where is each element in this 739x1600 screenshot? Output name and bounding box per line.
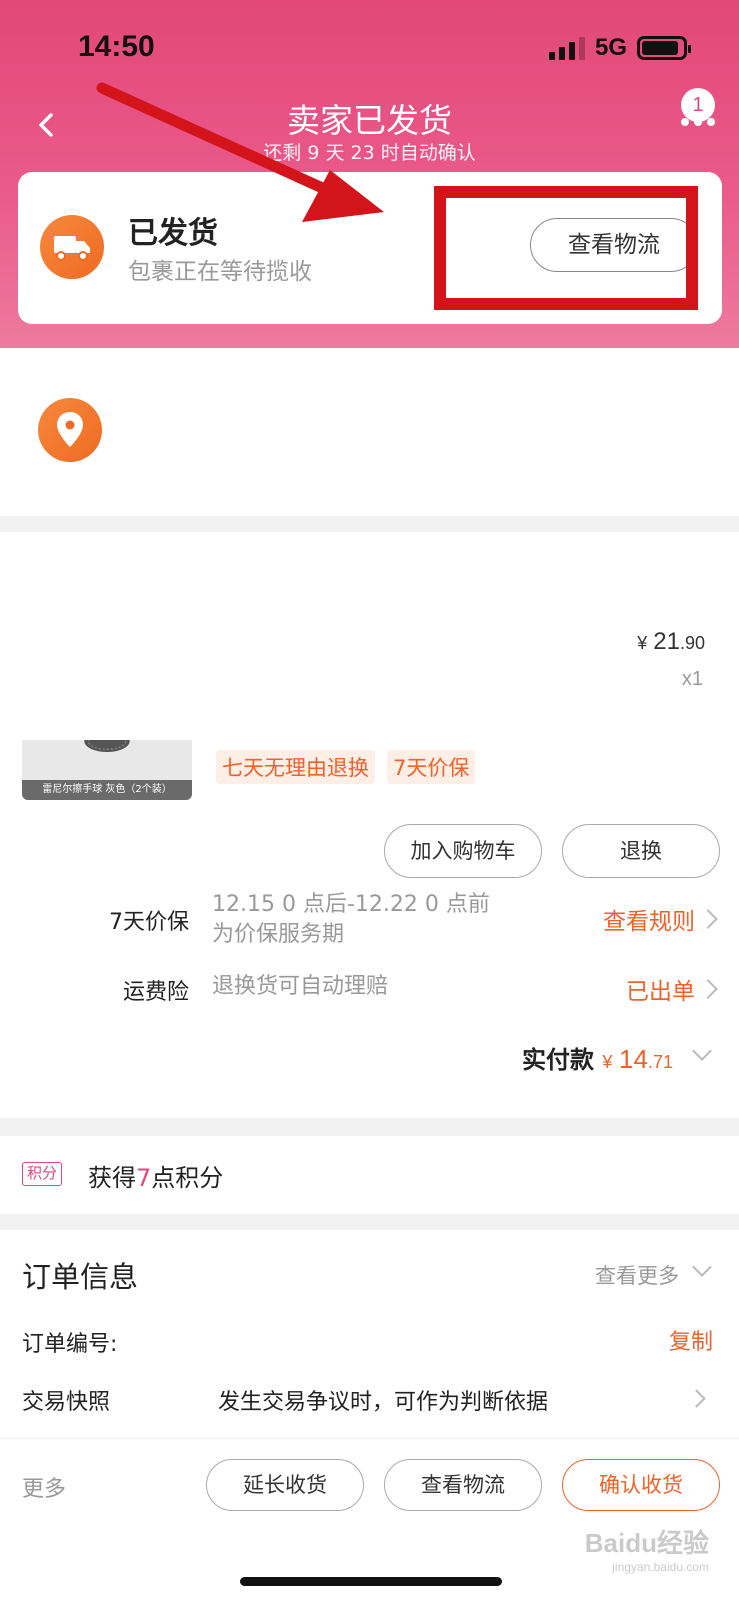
snapshot-label[interactable]: 交易快照 (22, 1384, 110, 1416)
amount-paid[interactable]: 实付款 ¥ 14.71 (522, 1040, 673, 1075)
snapshot-desc[interactable]: 发生交易争议时，可作为判断依据 (218, 1384, 548, 1416)
product-thumbnail[interactable]: 雷尼尔擦手球 灰色（2个装） (22, 740, 192, 800)
message-count-badge: 1 (681, 88, 715, 122)
order-info-section: 订单信息 查看更多 订单编号: 复制 交易快照 发生交易争议时，可作为判断依据 (0, 1230, 739, 1438)
baidu-watermark: Baidu经验 jingyan.baidu.com (584, 1528, 709, 1574)
price-protection-desc: 12.15 0 点后-12.22 0 点前为价保服务期 (212, 892, 490, 947)
chevron-down-icon[interactable] (692, 1257, 712, 1277)
shipping-status-title: 已发货 (128, 216, 218, 251)
price-protection-label: 7天价保 (109, 910, 189, 935)
extend-receipt-button[interactable]: 延长收货 (206, 1459, 364, 1511)
shipping-insurance-label: 运费险 (122, 980, 189, 1005)
amount-paid-value: ¥ 14.71 (602, 1044, 673, 1074)
points-earned: 获得7点积分 (88, 1164, 224, 1192)
product-section: ¥21.90 x1 雷尼尔擦手球 灰色（2个装） 七天无理由退换 7天价保 加入… (0, 532, 739, 1118)
more-options-icon[interactable] (681, 118, 715, 126)
address-section[interactable] (0, 348, 739, 516)
policy-issued-link[interactable]: 已出单 (626, 972, 695, 1006)
truck-icon (40, 215, 104, 279)
product-quantity: x1 (681, 668, 703, 690)
chevron-right-icon (698, 979, 718, 999)
return-exchange-button[interactable]: 退换 (562, 824, 720, 878)
home-indicator[interactable] (240, 1577, 502, 1586)
tag-seven-day-return: 七天无理由退换 (216, 750, 375, 784)
order-number-label: 订单编号: (22, 1332, 118, 1357)
status-indicators: 5G (548, 34, 691, 62)
shipping-insurance-desc: 退换货可自动理赔 (212, 974, 389, 999)
chevron-down-icon[interactable] (692, 1041, 712, 1061)
view-more-link[interactable]: 查看更多 (595, 1260, 679, 1290)
annotation-highlight-box (434, 186, 698, 310)
bottom-action-bar: 更多 延长收货 查看物流 确认收货 Baidu经验 jingyan.baidu.c… (0, 1438, 739, 1600)
signal-icon (548, 36, 585, 60)
chevron-right-icon (698, 909, 718, 929)
add-to-cart-button[interactable]: 加入购物车 (384, 824, 542, 878)
points-section: 积分 获得7点积分 (0, 1136, 739, 1214)
points-badge: 积分 (22, 1162, 63, 1186)
product-price: ¥21.90 (637, 628, 705, 655)
more-actions[interactable]: 更多 (22, 1471, 66, 1503)
order-info-title: 订单信息 (22, 1260, 139, 1294)
thumbnail-caption: 雷尼尔擦手球 灰色（2个装） (22, 780, 192, 800)
view-logistics-bottom-button[interactable]: 查看物流 (384, 1459, 542, 1511)
copy-order-number-button[interactable]: 复制 (669, 1324, 713, 1356)
page-title: 卖家已发货 (287, 101, 452, 140)
view-rules-link[interactable]: 查看规则 (603, 902, 695, 936)
shipping-status-subtitle: 包裹正在等待揽收 (128, 259, 312, 285)
chevron-right-icon[interactable] (687, 1389, 706, 1408)
confirm-receipt-button[interactable]: 确认收货 (562, 1459, 720, 1511)
service-tags: 七天无理由退换 7天价保 (216, 750, 476, 784)
tag-price-protection: 7天价保 (387, 750, 476, 784)
location-pin-icon (38, 398, 102, 462)
auto-confirm-countdown: 还剩 9 天 23 时自动确认 (263, 142, 476, 164)
network-type: 5G (594, 34, 627, 61)
battery-icon (637, 36, 691, 60)
status-time: 14:50 (78, 30, 155, 63)
